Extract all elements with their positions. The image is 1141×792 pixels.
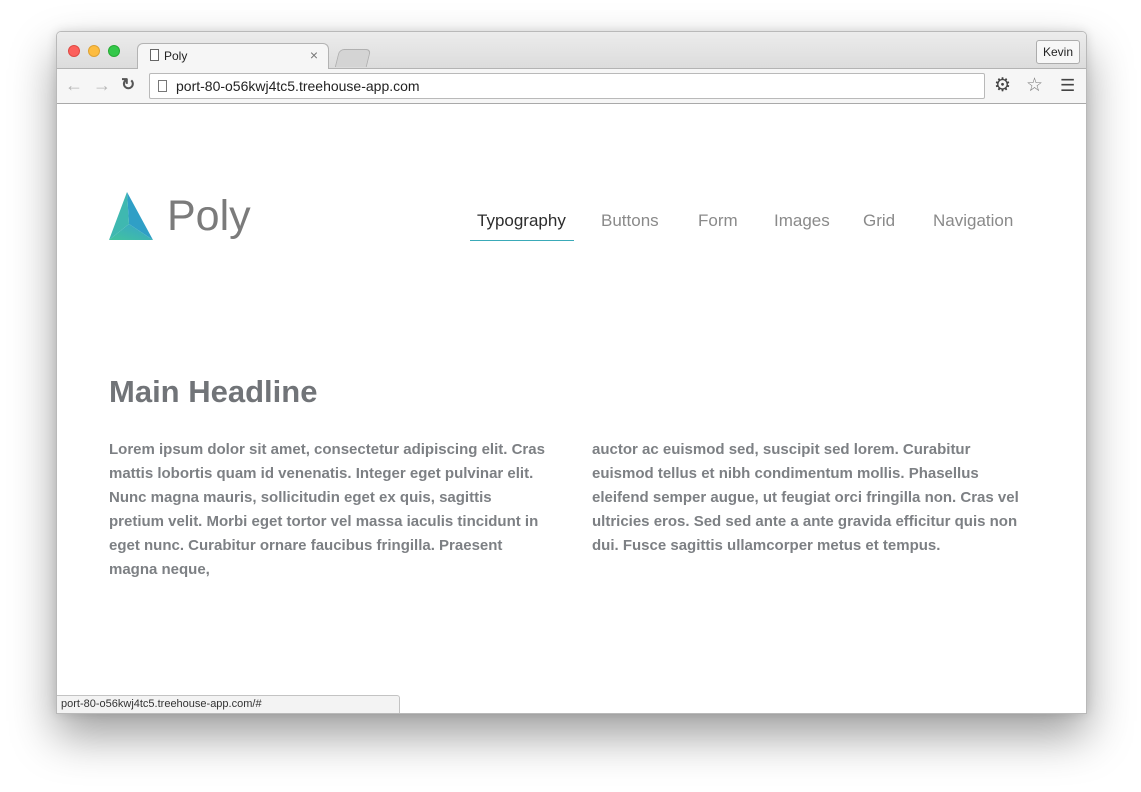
back-arrow-icon[interactable]: ← <box>65 73 83 97</box>
browser-tab[interactable]: Poly × <box>137 43 329 69</box>
tab-close-icon[interactable]: × <box>310 47 318 63</box>
nav-item-form[interactable]: Form <box>698 211 738 231</box>
body-paragraph-left: Lorem ipsum dolor sit amet, consectetur … <box>109 441 545 578</box>
nav-item-typography[interactable]: Typography <box>477 211 566 231</box>
reload-icon[interactable]: ↻ <box>121 73 135 97</box>
browser-window: Poly × Kevin ← → ↻ port-80-o56kwj4tc5.tr… <box>56 31 1087 714</box>
hamburger-menu-icon[interactable]: ☰ <box>1060 74 1075 98</box>
status-bar: port-80-o56kwj4tc5.treehouse-app.com/# <box>57 695 400 713</box>
profile-button[interactable]: Kevin <box>1035 40 1080 64</box>
web-page: Poly Typography Buttons Form Images Grid… <box>57 104 1086 713</box>
main-navigation: Typography Buttons Form Images Grid Navi… <box>57 211 1086 241</box>
tab-title: Poly <box>164 49 188 63</box>
page-icon <box>150 49 159 61</box>
nav-item-grid[interactable]: Grid <box>863 211 895 231</box>
title-bar: Poly × Kevin <box>57 32 1086 69</box>
new-tab-button[interactable] <box>334 49 372 67</box>
address-bar[interactable]: port-80-o56kwj4tc5.treehouse-app.com <box>149 73 985 99</box>
url-text[interactable]: port-80-o56kwj4tc5.treehouse-app.com <box>176 78 420 94</box>
minimize-window-button[interactable] <box>88 45 100 57</box>
star-icon[interactable]: ☆ <box>1026 74 1043 98</box>
zoom-window-button[interactable] <box>108 45 120 57</box>
close-window-button[interactable] <box>68 45 80 57</box>
gear-icon[interactable]: ⚙ <box>994 74 1011 98</box>
page-icon <box>158 80 167 92</box>
nav-item-buttons[interactable]: Buttons <box>601 211 659 231</box>
active-nav-underline <box>470 240 574 241</box>
nav-item-images[interactable]: Images <box>774 211 830 231</box>
nav-item-navigation[interactable]: Navigation <box>933 211 1013 231</box>
browser-toolbar: ← → ↻ port-80-o56kwj4tc5.treehouse-app.c… <box>57 68 1086 104</box>
main-headline: Main Headline <box>109 374 318 409</box>
body-paragraph-right: auctor ac euismod sed, suscipit sed lore… <box>592 441 1019 554</box>
forward-arrow-icon[interactable]: → <box>93 73 111 97</box>
